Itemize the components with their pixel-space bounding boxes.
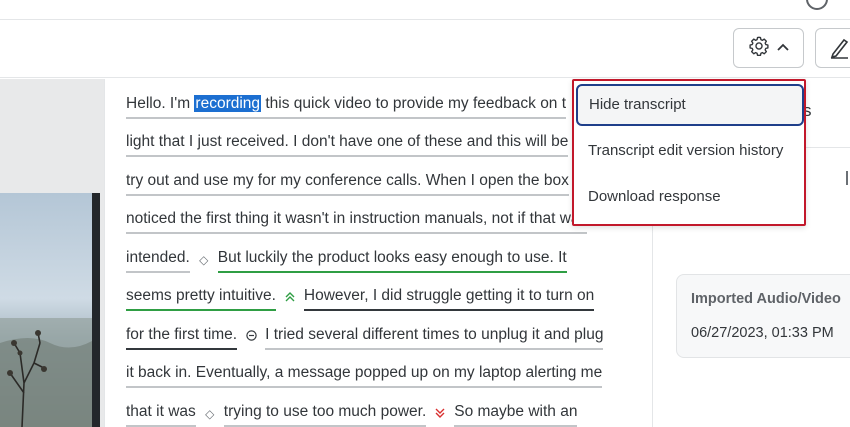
diamond-icon: ◇ [199, 253, 209, 267]
menu-item-hide-transcript[interactable]: Hide transcript [576, 84, 804, 126]
double-chevron-down-icon [434, 395, 446, 427]
highlighted-word[interactable]: recording [194, 94, 262, 112]
transcript-segment[interactable]: light that I just received. I don't have… [126, 132, 569, 157]
transcript-line: try out and use my for my conference cal… [126, 164, 569, 202]
transcript-segment[interactable]: that it was [126, 402, 196, 427]
transcript-line: for the first time. I tried several diff… [126, 318, 604, 356]
help-icon[interactable] [806, 0, 828, 10]
transcript-segment[interactable]: Hello. I'm recording this quick video to… [126, 94, 567, 119]
transcript-line: light that I just received. I don't have… [126, 125, 569, 163]
transcript-segment[interactable]: So maybe with an [454, 402, 578, 427]
response-source-card: Imported Audio/Video 06/27/2023, 01:33 P… [676, 274, 850, 358]
transcript-segment[interactable]: try out and use my for my conference cal… [126, 171, 569, 196]
transcript-line: that it was ◇ trying to use too much pow… [126, 395, 578, 427]
transcript-segment[interactable]: trying to use too much power. [223, 402, 427, 427]
transcript-line: noticed the first thing it wasn't in ins… [126, 202, 588, 240]
transcript-segment-positive[interactable]: seems pretty intuitive. [126, 286, 276, 311]
gear-icon [748, 35, 770, 62]
transcript-segment[interactable]: I tried several different times to unplu… [265, 325, 604, 350]
transcript-segment-positive[interactable]: But luckily the product looks easy enoug… [217, 248, 567, 273]
top-bar [0, 0, 850, 20]
edit-button[interactable] [815, 28, 850, 68]
panel-divider [104, 79, 105, 427]
transcript-segment-mixed[interactable]: for the first time. [126, 325, 238, 350]
segment-text: this quick video to provide my feedback … [261, 94, 567, 112]
transcript-segment[interactable]: intended. [126, 248, 190, 273]
settings-button[interactable] [733, 28, 804, 68]
video-frame [0, 193, 92, 427]
double-chevron-up-icon [284, 279, 296, 317]
settings-dropdown-menu: Hide transcript Transcript edit version … [572, 79, 806, 226]
minus-circle-icon [245, 318, 257, 356]
segment-text: Hello. I'm [126, 94, 195, 112]
video-player[interactable] [0, 193, 92, 427]
menu-item-download-response[interactable]: Download response [576, 176, 804, 218]
video-border [92, 193, 100, 427]
card-date: 06/27/2023, 01:33 PM [691, 325, 834, 341]
menu-item-transcript-edit-history[interactable]: Transcript edit version history [576, 130, 804, 172]
transcript-segment-mixed[interactable]: However, I did struggle getting it to tu… [303, 286, 595, 311]
transcript-line: intended. ◇ But luckily the product look… [126, 241, 567, 279]
diamond-icon: ◇ [205, 407, 215, 421]
card-title: Imported Audio/Video [691, 291, 841, 307]
transcript-line: seems pretty intuitive. However, I did s… [126, 279, 595, 317]
transcript-segment[interactable]: noticed the first thing it wasn't in ins… [126, 209, 588, 234]
chevron-up-icon [776, 39, 790, 57]
transcript: Hello. I'm recording this quick video to… [126, 79, 646, 427]
transcript-segment[interactable]: it back in. Eventually, a message popped… [126, 363, 603, 388]
field-cursor [846, 171, 850, 185]
toolbar [0, 20, 850, 78]
transcript-line: it back in. Eventually, a message popped… [126, 356, 603, 394]
transcript-line: Hello. I'm recording this quick video to… [126, 87, 567, 125]
